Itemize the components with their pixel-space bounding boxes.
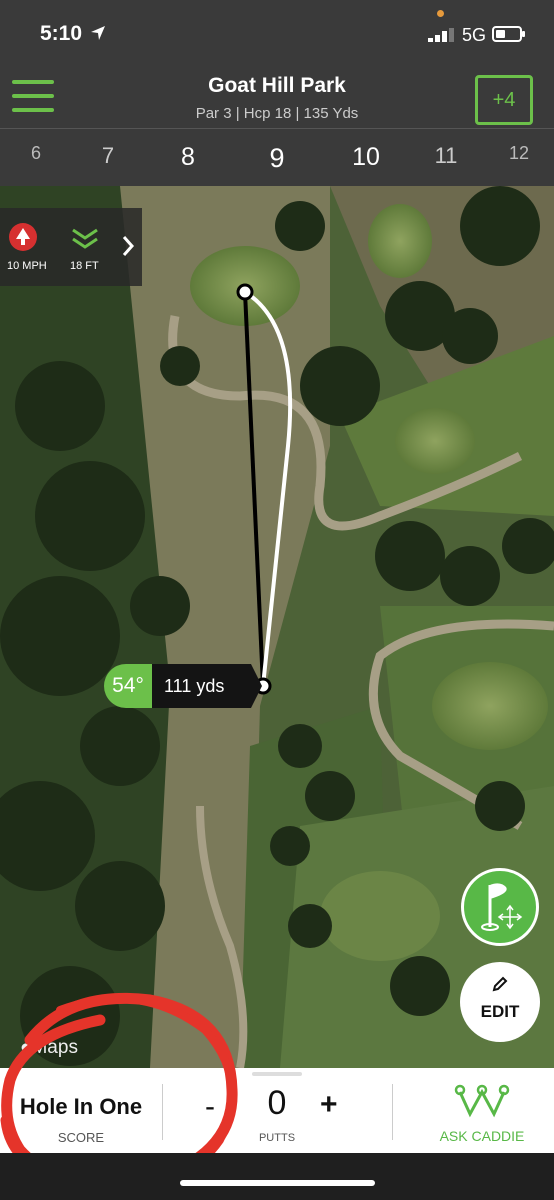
course-title: Goat Hill Park — [208, 74, 346, 97]
battery-icon — [492, 26, 525, 42]
score-to-par-button[interactable]: +4 — [475, 75, 533, 125]
wind-speed: 10 MPH — [7, 260, 47, 272]
apple-logo-icon: ● — [20, 1037, 32, 1058]
putts-label: PUTTS — [258, 1132, 296, 1144]
divider — [162, 1084, 163, 1140]
elevation-value: 18 FT — [70, 260, 99, 272]
app-header: Goat Hill Park Par 3 | Hcp 18 | 135 Yds … — [0, 66, 554, 128]
ask-caddie-button[interactable]: ASK CADDIE — [420, 1084, 544, 1144]
hole-6[interactable]: 6 — [31, 143, 41, 164]
maps-attribution[interactable]: ●Maps — [20, 1037, 78, 1059]
hole-10[interactable]: 10 — [352, 143, 380, 172]
pin-marker[interactable] — [236, 283, 254, 301]
location-arrow-icon — [91, 26, 105, 40]
flag-move-icon — [481, 883, 523, 931]
hole-9-selected[interactable]: 9 — [269, 143, 284, 174]
putts-increment-button[interactable]: + — [320, 1088, 338, 1122]
hole-8[interactable]: 8 — [181, 143, 195, 172]
clock-time: 5:10 — [40, 22, 83, 45]
home-indicator-bar — [0, 1153, 554, 1200]
elevation-chevrons-icon — [72, 228, 98, 249]
chevron-right-icon[interactable] — [121, 234, 135, 258]
hole-11[interactable]: 11 — [435, 143, 458, 169]
hole-7[interactable]: 7 — [102, 143, 114, 169]
putts-decrement-button[interactable]: - — [205, 1090, 215, 1124]
divider — [392, 1084, 393, 1140]
status-bar: 5:10 5G — [0, 0, 554, 66]
scoring-bar: Hole In One SCORE - 0 PUTTS + ASK CADDIE — [0, 1068, 554, 1153]
privacy-indicator-dot — [437, 10, 444, 17]
ask-caddie-label: ASK CADDIE — [439, 1128, 525, 1144]
home-indicator[interactable] — [180, 1180, 375, 1186]
flag-position-button[interactable] — [461, 868, 539, 946]
hole-info: Par 3 | Hcp 18 | 135 Yds — [195, 105, 359, 122]
shot-angle: 54° — [104, 664, 152, 708]
edit-label: EDIT — [480, 1002, 520, 1021]
hole-selector: 6 7 8 9 10 11 12 — [0, 128, 554, 187]
network-label: 5G — [462, 25, 487, 45]
score-value[interactable]: Hole In One — [0, 1094, 162, 1120]
pencil-icon — [492, 976, 508, 992]
putts-value: 0 — [267, 1084, 287, 1122]
shot-yardage: 111 yds — [152, 664, 262, 708]
score-label: SCORE — [57, 1130, 105, 1145]
edit-button[interactable]: EDIT — [460, 962, 540, 1042]
hole-12[interactable]: 12 — [509, 143, 529, 164]
drag-handle[interactable] — [252, 1072, 302, 1076]
wind-direction-icon — [9, 223, 37, 251]
caddie-crown-icon — [454, 1084, 510, 1118]
signal-bars-icon — [428, 28, 454, 42]
wind-elevation-panel[interactable]: 10 MPH 18 FT — [0, 208, 142, 286]
